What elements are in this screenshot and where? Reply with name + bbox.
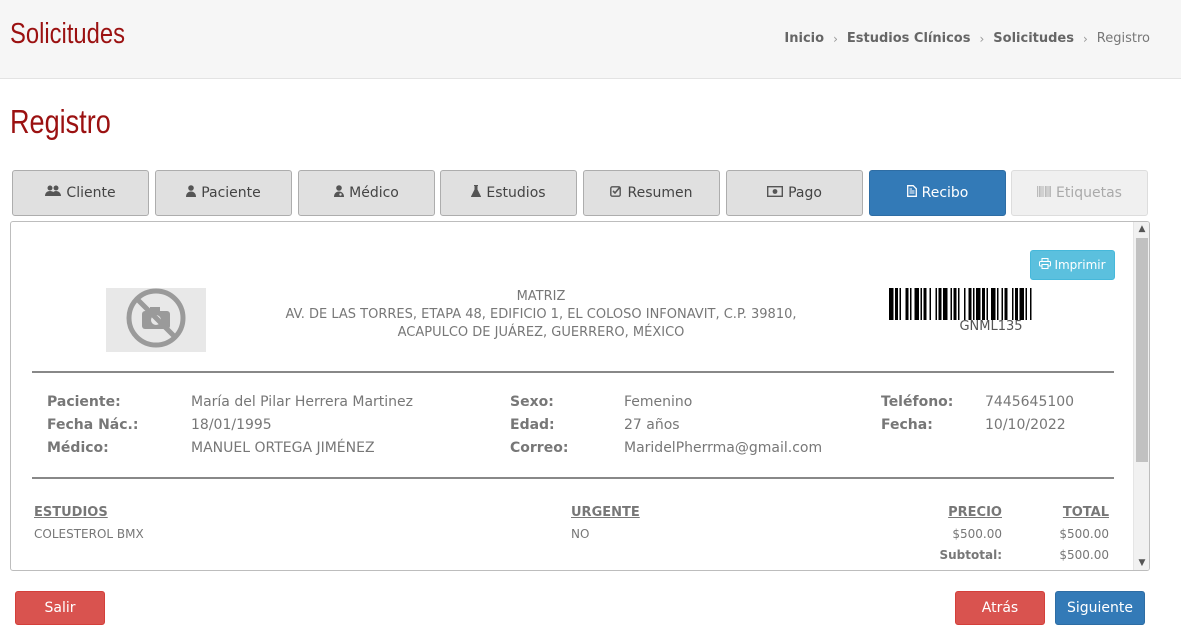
tab-label: Paciente xyxy=(201,185,261,201)
col-header-total: TOTAL xyxy=(1062,505,1109,520)
sexo-label: Sexo: xyxy=(510,394,554,410)
address-line: AV. DE LAS TORRES, ETAPA 48, EDIFICIO 1,… xyxy=(285,307,797,322)
no-image-logo xyxy=(106,288,206,352)
telefono-value: 7445645100 xyxy=(985,394,1075,410)
exit-button[interactable]: Salir xyxy=(15,591,105,625)
chevron-right-icon: › xyxy=(979,31,985,46)
fecha-value: 10/10/2022 xyxy=(985,417,1066,433)
scroll-thumb[interactable] xyxy=(1136,238,1148,462)
tab-cliente[interactable]: Cliente xyxy=(12,170,149,216)
tab-label: Estudios xyxy=(486,185,546,201)
scrollbar[interactable]: ▲ ▼ xyxy=(1133,222,1149,570)
tab-label: Pago xyxy=(788,185,822,201)
user-md-icon xyxy=(334,185,345,201)
flask-icon xyxy=(471,185,482,201)
no-camera-icon xyxy=(125,287,187,353)
address-line: MATRIZ xyxy=(516,289,566,304)
tab-label: Cliente xyxy=(66,185,116,201)
paciente-value: María del Pilar Herrera Martinez xyxy=(191,394,413,410)
check-square-icon xyxy=(610,185,622,201)
fecha-nac-value: 18/01/1995 xyxy=(191,417,272,433)
tab-recibo[interactable]: Recibo xyxy=(869,170,1006,216)
col-header-precio: PRECIO xyxy=(948,505,1002,520)
next-button[interactable]: Siguiente xyxy=(1055,591,1145,625)
scroll-down-icon[interactable]: ▼ xyxy=(1134,558,1149,568)
cell-total: $500.00 xyxy=(1059,527,1109,541)
fecha-nac-label: Fecha Nác.: xyxy=(47,417,139,433)
cell-precio: $500.00 xyxy=(952,527,1002,541)
medico-label: Médico: xyxy=(47,440,109,456)
tab-estudios[interactable]: Estudios xyxy=(440,170,577,216)
correo-value: MaridelPherrma@gmail.com xyxy=(624,440,823,456)
barcode-text: GNML135 xyxy=(959,319,1023,334)
subtotal-value: $500.00 xyxy=(1059,548,1109,562)
barcode-image xyxy=(889,288,1032,320)
file-text-icon xyxy=(906,185,917,201)
print-icon xyxy=(1039,258,1052,272)
paciente-label: Paciente: xyxy=(47,394,121,410)
tab-label: Médico xyxy=(349,185,399,201)
tab-label: Recibo xyxy=(921,185,969,201)
page-title: Registro xyxy=(10,103,111,140)
print-label: Imprimir xyxy=(1054,258,1106,272)
scroll-up-icon[interactable]: ▲ xyxy=(1134,224,1149,234)
cell-urgente: NO xyxy=(571,527,590,541)
cell-estudio: COLESTEROL BMX xyxy=(34,527,144,541)
medico-value: MANUEL ORTEGA JIMÉNEZ xyxy=(191,440,375,456)
divider xyxy=(32,371,1114,373)
edad-value: 27 años xyxy=(624,417,680,433)
breadcrumb-estudios[interactable]: Estudios Clínicos xyxy=(847,31,971,46)
print-button[interactable]: Imprimir xyxy=(1030,250,1115,280)
wizard-tabs: Cliente Paciente Médico Estudios Resumen… xyxy=(12,170,1148,216)
tab-label: Etiquetas xyxy=(1056,185,1122,201)
edad-label: Edad: xyxy=(510,417,555,433)
chevron-right-icon: › xyxy=(833,31,838,46)
tab-paciente[interactable]: Paciente xyxy=(155,170,292,216)
users-icon xyxy=(45,185,62,201)
breadcrumb: Inicio › Estudios Clínicos › Solicitudes… xyxy=(784,31,1150,46)
money-icon xyxy=(767,185,784,201)
tab-pago[interactable]: Pago xyxy=(726,170,863,216)
receipt-panel: Imprimir MATRIZ AV. DE LAS TORRES, ETAPA… xyxy=(10,221,1150,571)
tab-medico[interactable]: Médico xyxy=(298,170,435,216)
fecha-label: Fecha: xyxy=(881,417,933,433)
breadcrumb-solicitudes[interactable]: Solicitudes xyxy=(993,31,1074,46)
breadcrumb-inicio[interactable]: Inicio xyxy=(784,31,824,46)
sexo-value: Femenino xyxy=(624,394,693,410)
back-button[interactable]: Atrás xyxy=(955,591,1045,625)
col-header-estudios: ESTUDIOS xyxy=(34,505,108,520)
user-icon xyxy=(186,185,197,201)
divider xyxy=(32,477,1114,479)
barcode-icon xyxy=(1036,185,1052,201)
breadcrumb-registro: Registro xyxy=(1096,31,1150,46)
top-bar: Solicitudes Inicio › Estudios Clínicos ›… xyxy=(0,0,1181,79)
address-line: ACAPULCO DE JUÁREZ, GUERRERO, MÉXICO xyxy=(397,325,685,340)
chevron-right-icon: › xyxy=(1082,31,1088,46)
col-header-urgente: URGENTE xyxy=(571,505,640,520)
tab-label: Resumen xyxy=(627,185,693,201)
tab-resumen[interactable]: Resumen xyxy=(583,170,720,216)
tab-etiquetas: Etiquetas xyxy=(1011,170,1148,216)
telefono-label: Teléfono: xyxy=(881,394,954,410)
subtotal-label: Subtotal: xyxy=(939,548,1002,562)
app-title: Solicitudes xyxy=(10,18,126,50)
correo-label: Correo: xyxy=(510,440,569,456)
branch-address: MATRIZ AV. DE LAS TORRES, ETAPA 48, EDIF… xyxy=(261,288,821,342)
